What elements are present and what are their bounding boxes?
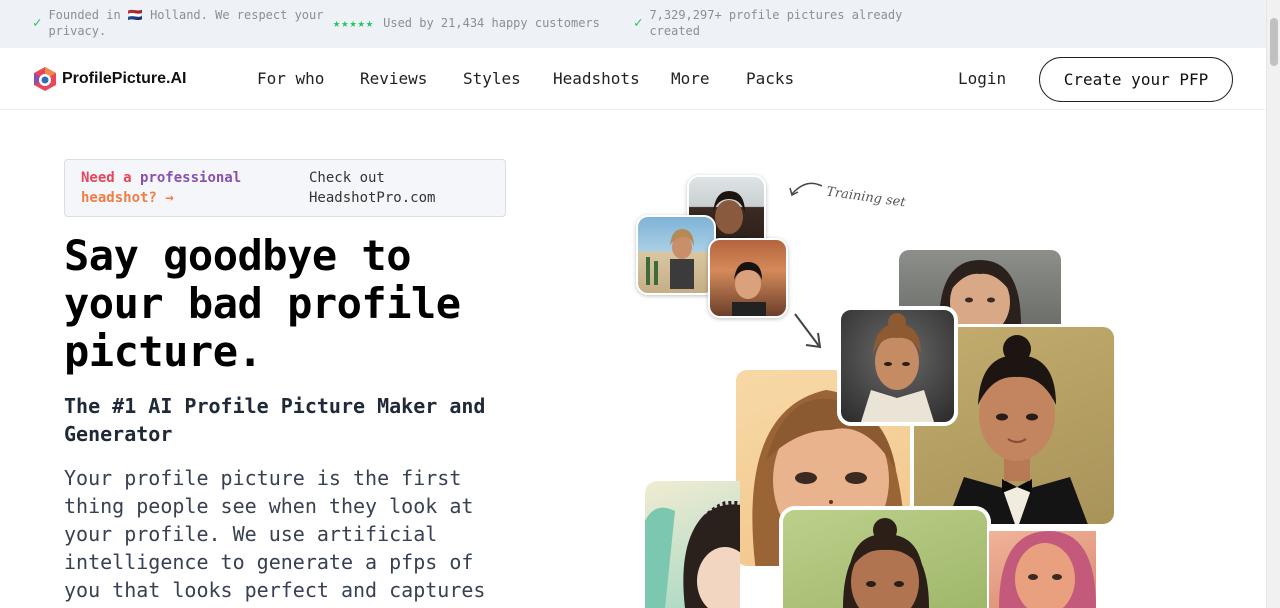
hero-description: Your profile picture is the first thing … (64, 466, 486, 602)
training-set-label: Training set (825, 184, 907, 211)
page-scrollbar[interactable] (1266, 0, 1280, 608)
pictures-created-text: 7,329,297+ profile pictures already crea… (649, 8, 903, 38)
page-title: Say goodbye to your bad profile picture. (64, 231, 461, 376)
portrait-image (843, 518, 929, 608)
login-link[interactable]: Login (958, 69, 1006, 88)
portrait-image (645, 500, 740, 608)
pictures-created-notice: ✓ 7,329,297+ profile pictures already cr… (634, 7, 924, 39)
check-icon: ✓ (33, 15, 42, 31)
promo-headline[interactable]: Need a professional headshot? → (81, 168, 281, 208)
create-pfp-button[interactable]: Create your PFP (1039, 57, 1233, 102)
privacy-notice: ✓ Founded in 🇳🇱 Holland. We respect your… (33, 7, 333, 39)
portrait-image (646, 229, 694, 289)
curved-arrow-icon (789, 182, 823, 197)
nav-link-styles[interactable]: Styles (463, 69, 521, 88)
promo-link-text[interactable]: Check out HeadshotPro.com (309, 168, 499, 208)
main-navigation: ProfilePicture.AI For who Reviews Styles… (0, 48, 1266, 110)
privacy-text: Founded in 🇳🇱 Holland. We respect your p… (48, 8, 324, 38)
star-icon: ★★★★★ (333, 16, 375, 30)
nav-link-headshots[interactable]: Headshots (553, 69, 640, 88)
arrow-right-icon: → (165, 190, 174, 206)
hero-subtitle: The #1 AI Profile Picture Maker and Gene… (64, 394, 486, 446)
generated-portrait-green (779, 506, 991, 608)
announcement-bar: ✓ Founded in 🇳🇱 Holland. We respect your… (0, 0, 1266, 48)
generated-portrait-pink (989, 531, 1096, 608)
promo-word-headshot: headshot? (81, 190, 157, 206)
promo-word-need: Need a (81, 170, 132, 186)
generated-portrait-mint (645, 481, 740, 608)
promo-word-professional: professional (140, 170, 242, 186)
scrollbar-thumb[interactable] (1270, 18, 1278, 66)
check-icon: ✓ (634, 15, 643, 31)
arrow-down-right-icon (794, 313, 822, 349)
logo-icon (34, 67, 56, 91)
nav-link-reviews[interactable]: Reviews (360, 69, 427, 88)
training-photo-3 (708, 238, 788, 318)
portrait-image (732, 262, 766, 316)
headshot-promo-banner[interactable]: Need a professional headshot? → Check ou… (64, 159, 506, 217)
generated-portrait-dark (837, 306, 958, 426)
logo-text: ProfilePicture.AI (62, 70, 187, 87)
customer-count-text: Used by 21,434 happy customers (383, 16, 600, 30)
nav-link-packs[interactable]: Packs (746, 69, 794, 88)
portrait-image (999, 531, 1096, 608)
training-photo-2 (636, 215, 716, 295)
nav-link-for-who[interactable]: For who (257, 69, 324, 88)
nav-link-more[interactable]: More (671, 69, 710, 88)
logo[interactable]: ProfilePicture.AI (32, 66, 186, 92)
portrait-image (861, 313, 934, 422)
customer-rating: ★★★★★ Used by 21,434 happy customers (333, 15, 600, 31)
